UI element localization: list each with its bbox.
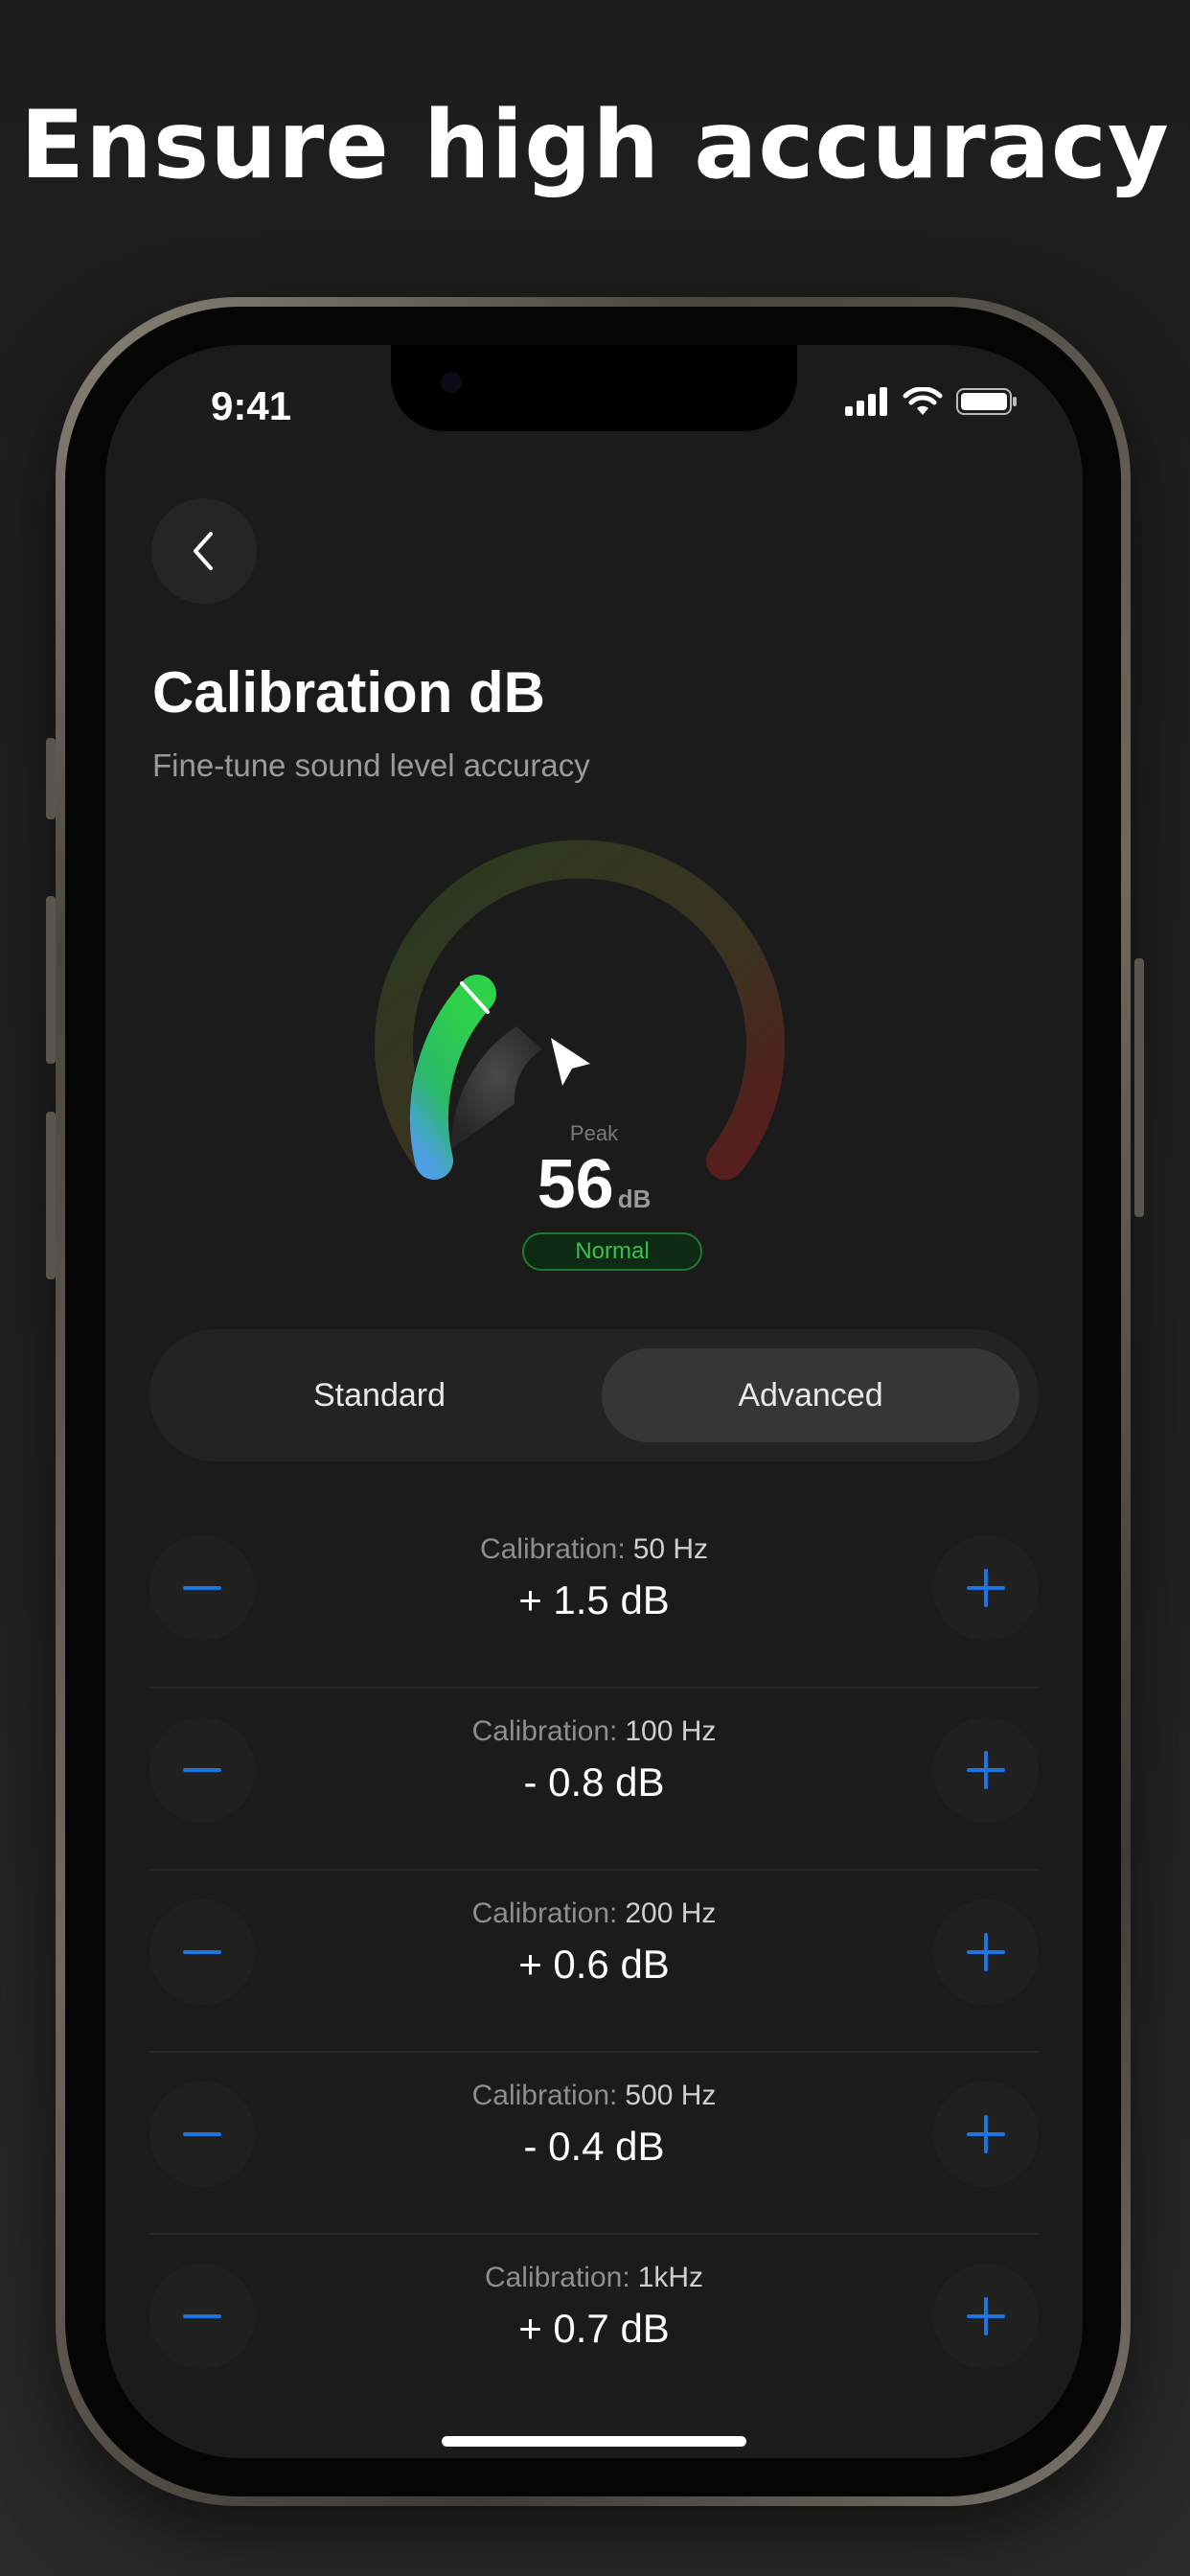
- calibration-value: - 0.8 dB: [523, 1760, 665, 1805]
- status-badge: Normal: [522, 1232, 702, 1271]
- plus-icon: [967, 1569, 1005, 1607]
- phone-side-button: [46, 738, 56, 819]
- calibration-frequency: 500 Hz: [625, 2080, 717, 2111]
- calibration-label: Calibration: 100 Hz: [471, 1715, 717, 1747]
- calibration-frequency: 1kHz: [637, 2262, 704, 2293]
- phone-side-button: [1134, 958, 1144, 1217]
- camera-icon: [441, 372, 462, 393]
- increase-button[interactable]: [933, 1899, 1039, 2005]
- calibration-value: - 0.4 dB: [523, 2124, 665, 2169]
- home-indicator[interactable]: [442, 2436, 746, 2447]
- calibration-label: Calibration: 50 Hz: [479, 1533, 709, 1565]
- page-subtitle: Fine-tune sound level accuracy: [152, 748, 590, 783]
- calibration-label: Calibration: 1kHz: [484, 2262, 704, 2293]
- peak-unit: dB: [617, 1184, 652, 1213]
- calibration-row: Calibration: 100 Hz - 0.8 dB: [149, 1689, 1039, 1871]
- increase-button[interactable]: [933, 2082, 1039, 2187]
- calibration-row: Calibration: 50 Hz + 1.5 dB: [149, 1506, 1039, 1689]
- status-time: 9:41: [211, 383, 292, 428]
- notch: [391, 345, 797, 431]
- calibration-value: + 1.5 dB: [518, 1577, 670, 1622]
- back-button[interactable]: [151, 498, 257, 604]
- plus-icon: [967, 2297, 1005, 2335]
- page-title: Calibration dB: [152, 660, 546, 724]
- increase-button[interactable]: [933, 2264, 1039, 2369]
- calibration-row: Calibration: 200 Hz + 0.6 dB: [149, 1871, 1039, 2053]
- signal-icon: [845, 387, 887, 416]
- status-icons: [845, 387, 1018, 416]
- plus-icon: [967, 1933, 1005, 1971]
- calibration-row: Calibration: 1kHz + 0.7 dB: [149, 2235, 1039, 2417]
- increase-button[interactable]: [933, 1717, 1039, 1823]
- wifi-icon: [903, 387, 943, 415]
- plus-icon: [967, 1751, 1005, 1789]
- marketing-headline: Ensure high accuracy: [20, 91, 1170, 200]
- chevron-left-icon: [194, 532, 213, 570]
- calibration-row: Calibration: 500 Hz - 0.4 dB: [149, 2053, 1039, 2235]
- phone-screen: 9:41 Calibration dB Fine-tune sound leve…: [105, 345, 1083, 2458]
- plus-icon: [967, 2115, 1005, 2153]
- mode-segmented-control: Standard Advanced: [149, 1329, 1039, 1461]
- peak-label: Peak: [569, 1121, 619, 1145]
- calibration-frequency: 50 Hz: [632, 1533, 709, 1565]
- tab-advanced[interactable]: Advanced: [602, 1348, 1019, 1442]
- calibration-label: Calibration: 200 Hz: [471, 1898, 717, 1929]
- peak-number: 56: [537, 1146, 614, 1223]
- calibration-label: Calibration: 500 Hz: [471, 2080, 717, 2111]
- calibration-frequency: 100 Hz: [625, 1715, 717, 1747]
- phone-side-button: [46, 896, 56, 1064]
- tab-standard[interactable]: Standard: [169, 1348, 590, 1442]
- cursor-arrow-icon: [551, 1038, 590, 1086]
- phone-side-button: [46, 1112, 56, 1279]
- calibration-value: + 0.7 dB: [518, 2306, 670, 2351]
- increase-button[interactable]: [933, 1535, 1039, 1641]
- calibration-frequency: 200 Hz: [625, 1898, 717, 1929]
- peak-value: 56 dB: [105, 1145, 1083, 1224]
- calibration-value: + 0.6 dB: [518, 1942, 670, 1987]
- battery-icon: [956, 388, 1017, 415]
